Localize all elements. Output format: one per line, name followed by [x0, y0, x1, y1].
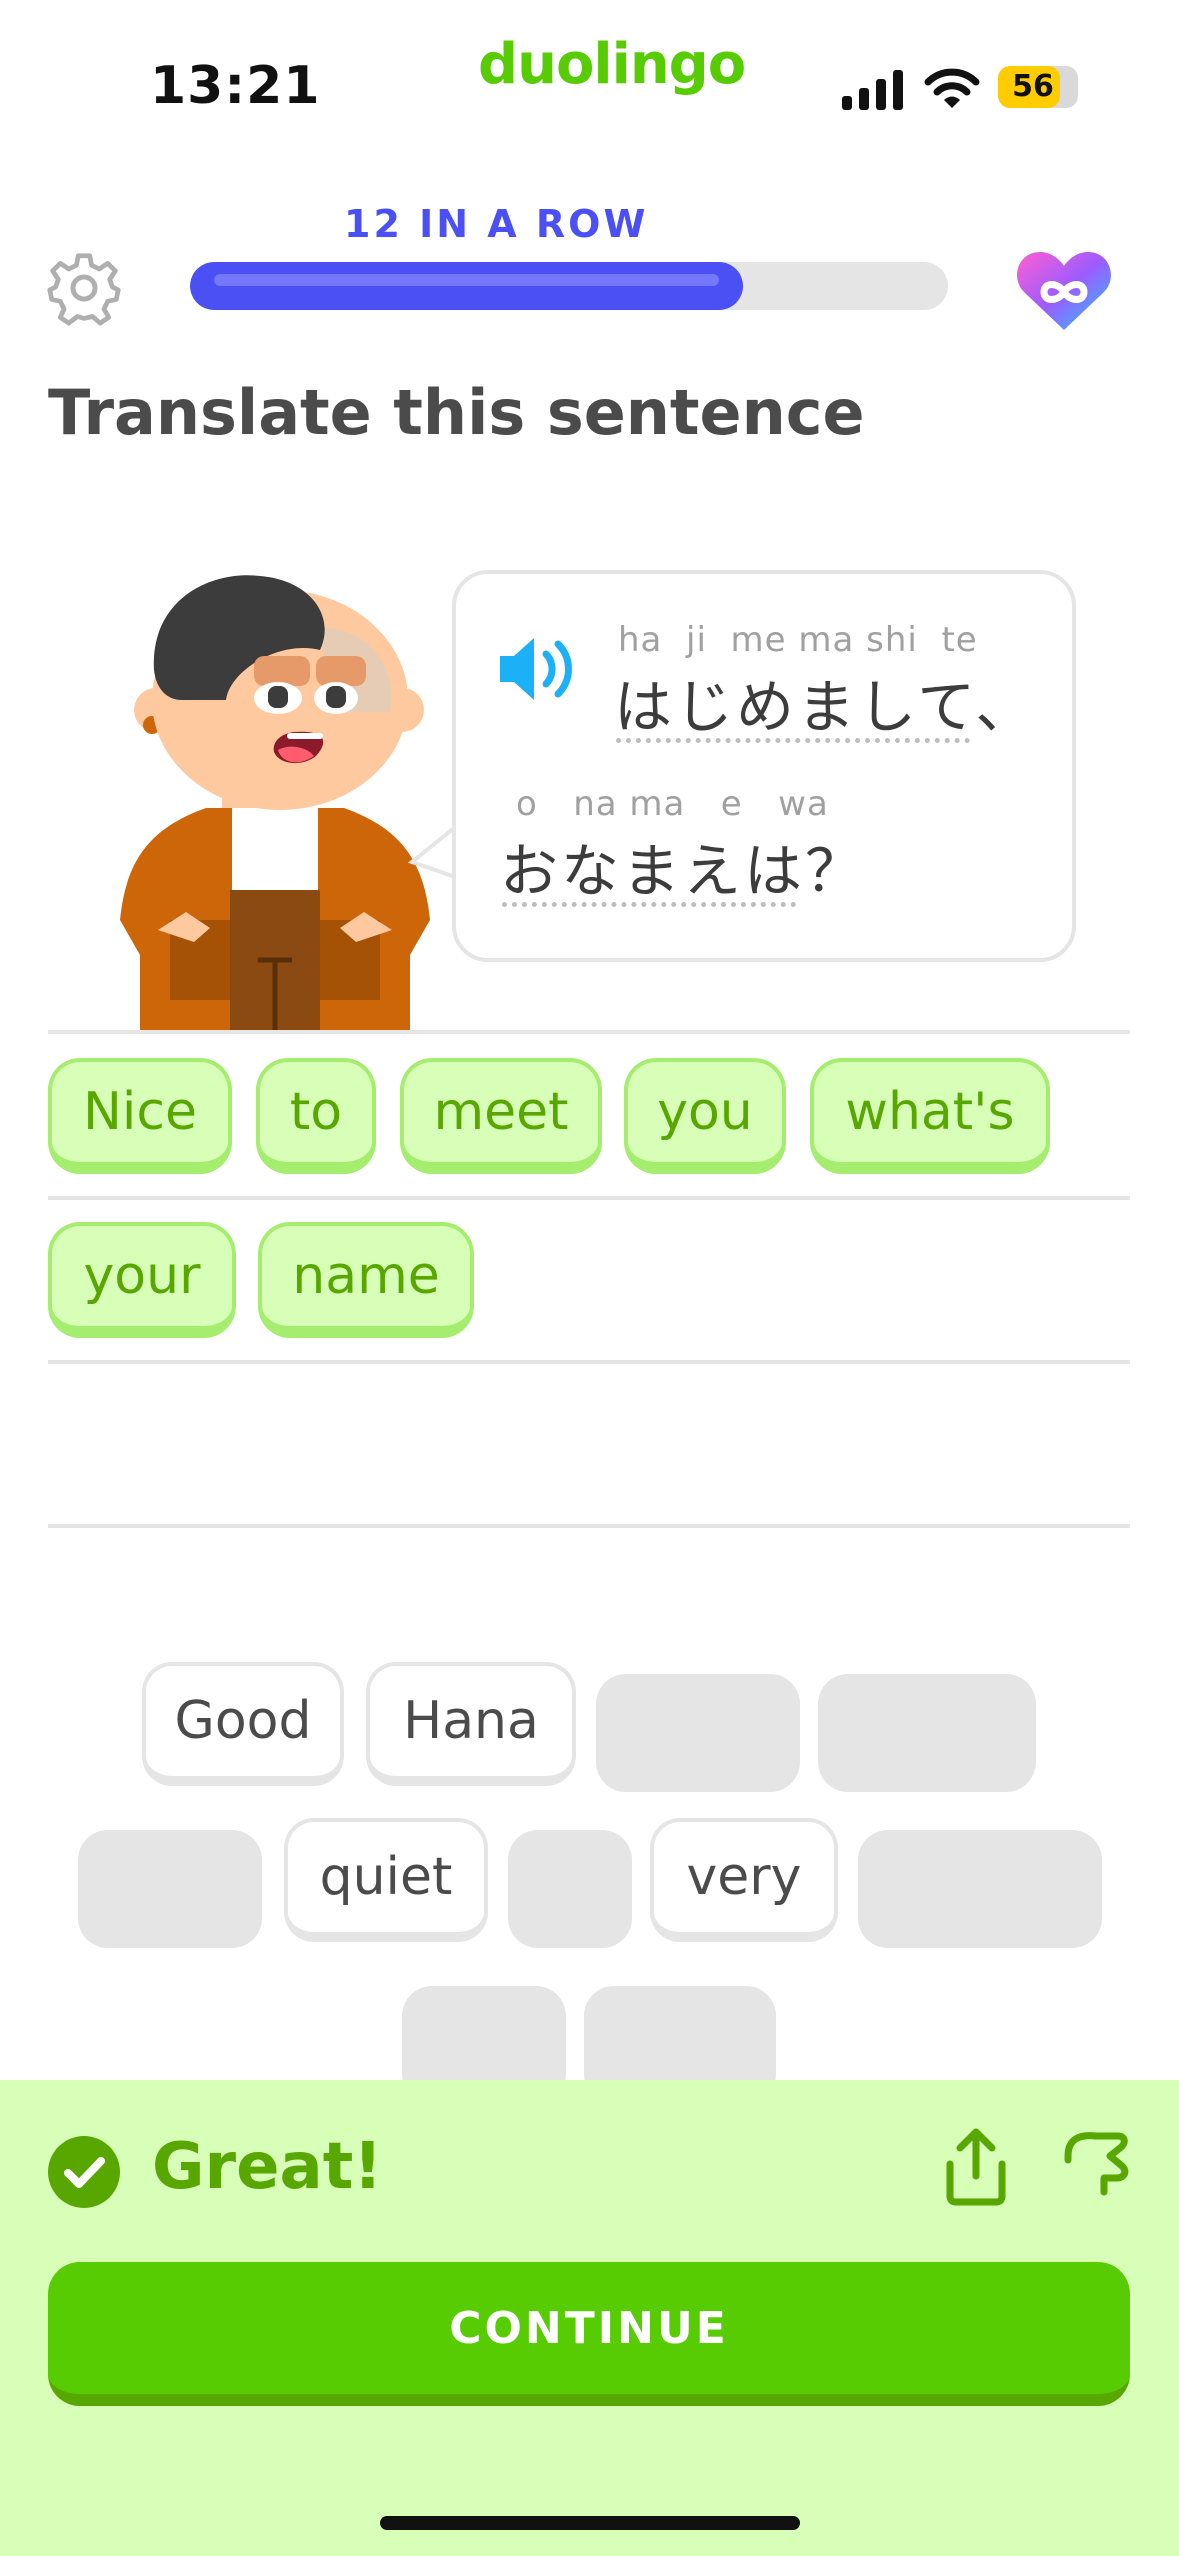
word-bank-tile[interactable]: quiet — [284, 1818, 488, 1942]
answer-chip[interactable]: your — [48, 1222, 236, 1338]
lily-character-illustration — [120, 575, 430, 1030]
word-bank-empty-slot — [596, 1674, 800, 1792]
word-bank-tile[interactable]: Hana — [366, 1662, 576, 1786]
settings-gear-icon[interactable] — [46, 250, 122, 326]
speaker-icon[interactable] — [496, 628, 578, 710]
streak-label: 12 IN A ROW — [344, 202, 649, 246]
exercise-instruction: Translate this sentence — [48, 376, 865, 449]
tap-hint-underline-2 — [502, 902, 796, 907]
word-bank-tile[interactable]: very — [650, 1818, 838, 1942]
answer-chip[interactable]: to — [256, 1058, 376, 1174]
feedback-message: Great! — [152, 2130, 383, 2204]
status-time: 13:21 — [150, 56, 321, 116]
progress-fill — [190, 262, 744, 310]
word-bank-empty-slot — [78, 1830, 262, 1948]
romaji-line-1: ha ji me ma shi te — [618, 620, 978, 660]
wifi-icon — [924, 68, 980, 108]
battery-level: 56 — [1012, 69, 1054, 104]
answer-chip[interactable]: what's — [810, 1058, 1050, 1174]
share-icon[interactable] — [940, 2126, 1012, 2206]
check-circle-icon — [48, 2136, 120, 2208]
infinite-hearts-icon[interactable] — [1014, 246, 1114, 334]
word-bank-empty-slot — [508, 1830, 632, 1948]
word-bank-empty-slot — [858, 1830, 1102, 1948]
japanese-line-1[interactable]: はじめまして、 — [614, 660, 1036, 744]
report-flag-icon[interactable] — [1060, 2126, 1132, 2198]
word-bank-tile[interactable]: Good — [142, 1662, 344, 1786]
cellular-signal-icon — [842, 70, 903, 110]
home-indicator[interactable] — [380, 2516, 800, 2530]
romaji-line-2: o na ma e wa — [516, 784, 829, 824]
lesson-progress-bar — [190, 262, 948, 310]
word-bank-empty-slot — [818, 1674, 1036, 1792]
japanese-line-2[interactable]: おなまえは？ — [500, 824, 866, 908]
battery-indicator: 56 — [998, 66, 1078, 108]
answer-chip[interactable]: Nice — [48, 1058, 232, 1174]
app-logo: duolingo — [478, 32, 746, 97]
continue-button[interactable]: CONTINUE — [48, 2262, 1130, 2406]
answer-chip[interactable]: you — [624, 1058, 786, 1174]
answer-chip[interactable]: name — [258, 1222, 474, 1338]
answer-chip[interactable]: meet — [400, 1058, 602, 1174]
tap-hint-underline-1 — [616, 738, 970, 743]
